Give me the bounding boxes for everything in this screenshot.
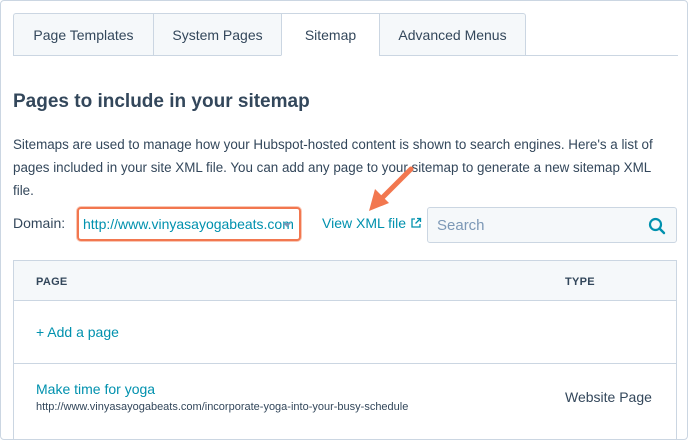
- sitemap-panel: Page Templates System Pages Sitemap Adva…: [0, 0, 688, 440]
- search-box: [427, 207, 677, 243]
- external-link-icon: [411, 217, 422, 228]
- tab-page-templates[interactable]: Page Templates: [13, 13, 153, 56]
- page-title: Pages to include in your sitemap: [13, 91, 310, 112]
- annotation-arrow-icon: [369, 166, 414, 211]
- domain-select[interactable]: http://www.vinyasayogabeats.com: [77, 207, 301, 241]
- tab-divider: [526, 55, 678, 56]
- add-page-link[interactable]: + Add a page: [36, 324, 119, 340]
- column-header-page: PAGE: [36, 276, 68, 288]
- tab-bar: Page Templates System Pages Sitemap Adva…: [13, 13, 526, 56]
- view-xml-file-label: View XML file: [322, 215, 407, 231]
- table-row: Make time for yoga http://www.vinyasayog…: [14, 364, 676, 434]
- column-header-type: TYPE: [565, 276, 595, 288]
- view-xml-file-link[interactable]: View XML file: [322, 215, 422, 231]
- tab-label: Page Templates: [33, 26, 134, 43]
- tab-label: Sitemap: [304, 26, 357, 43]
- page-type: Website Page: [565, 389, 652, 405]
- tab-advanced-menus[interactable]: Advanced Menus: [379, 13, 526, 56]
- sitemap-table: PAGE TYPE + Add a page Make time for yog…: [13, 260, 677, 439]
- page-url: http://www.vinyasayogabeats.com/incorpor…: [36, 401, 409, 413]
- table-header: PAGE TYPE: [14, 261, 676, 301]
- page-description: Sitemaps are used to manage how your Hub…: [13, 137, 653, 198]
- domain-label: Domain:: [13, 215, 66, 231]
- tab-label: Advanced Menus: [398, 26, 507, 43]
- tab-label: System Pages: [172, 26, 263, 43]
- search-icon[interactable]: [648, 217, 666, 235]
- page-title-link[interactable]: Make time for yoga: [36, 381, 155, 397]
- add-page-row: + Add a page: [14, 301, 676, 364]
- caret-down-icon: [283, 223, 291, 227]
- tab-sitemap[interactable]: Sitemap: [281, 13, 379, 56]
- search-input[interactable]: [437, 216, 637, 234]
- domain-select-value: http://www.vinyasayogabeats.com: [83, 216, 294, 232]
- tab-system-pages[interactable]: System Pages: [153, 13, 281, 56]
